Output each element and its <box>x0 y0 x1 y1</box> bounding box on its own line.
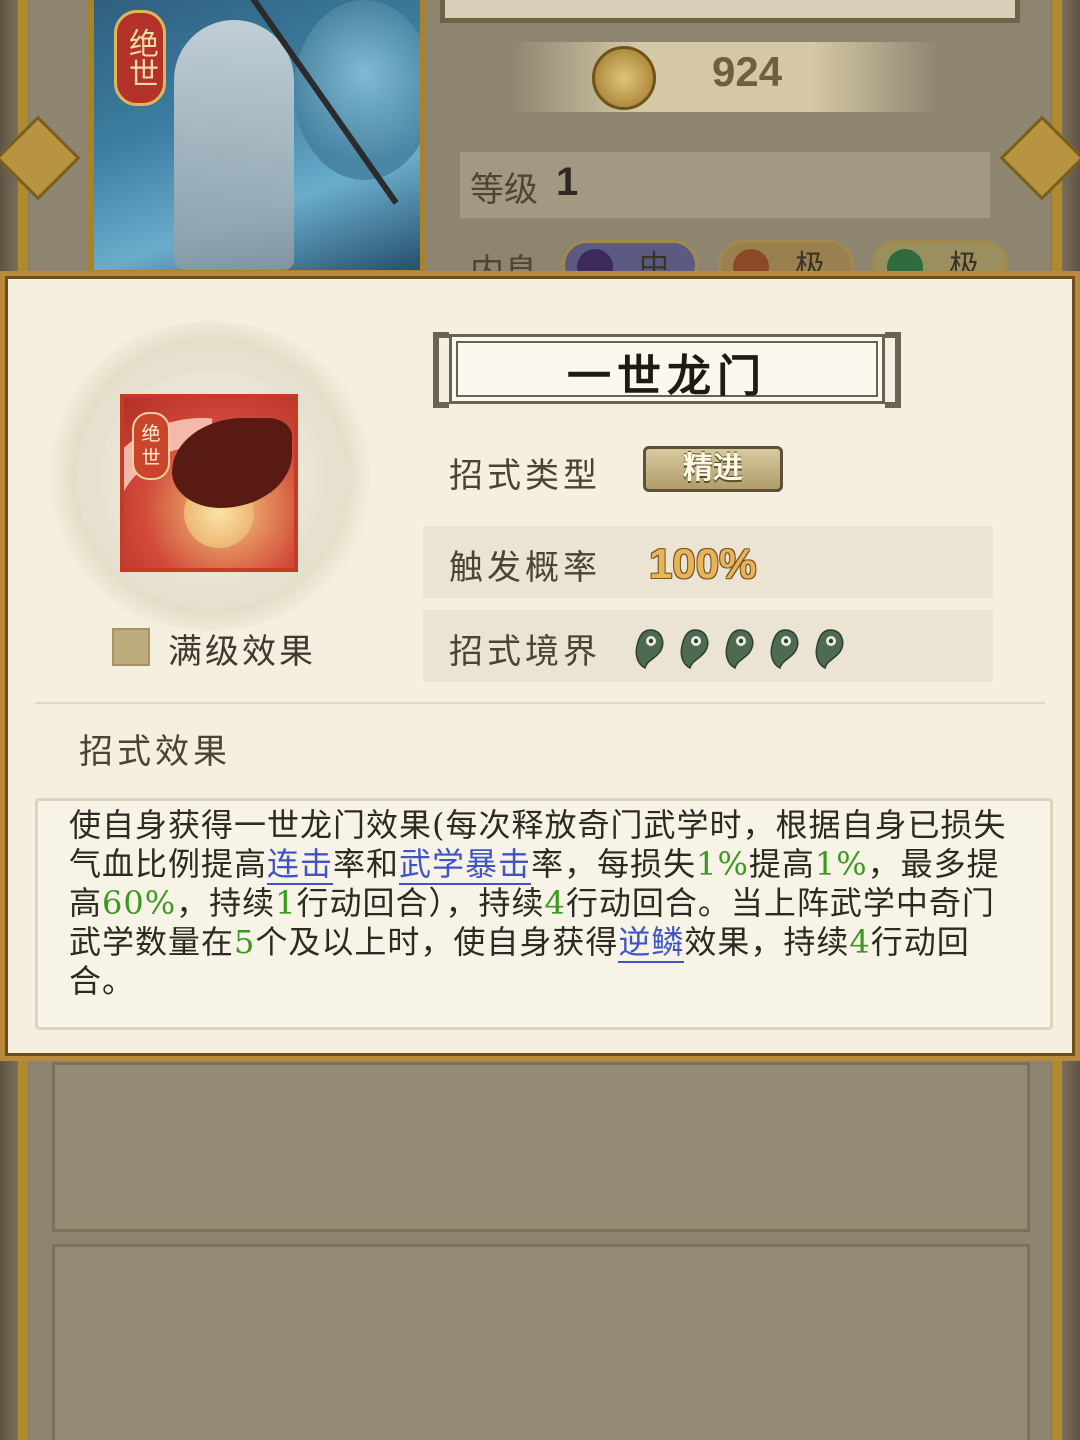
effect-number: 4 <box>544 884 566 922</box>
magatama-icon <box>680 629 709 670</box>
max-level-checkbox[interactable] <box>112 628 150 666</box>
effect-text-segment: 效果，持续 <box>684 923 850 961</box>
trigger-label: 触发概率 <box>449 548 601 588</box>
skill-name: 一世龙门 <box>567 351 767 402</box>
attr-row-trigger: 触发概率 100% <box>423 526 993 598</box>
max-level-label[interactable]: 满级效果 <box>168 624 316 673</box>
magatama-icon <box>635 629 664 670</box>
gold-medal-icon <box>592 46 656 110</box>
effect-number: 60% <box>102 884 177 922</box>
effect-text-segment: 率和 <box>333 845 400 883</box>
magatama-icon <box>770 629 799 670</box>
type-badge: 精进 <box>643 446 783 492</box>
keyword-link[interactable]: 武学暴击 <box>399 845 532 885</box>
effect-number: 4 <box>849 923 871 961</box>
effect-title: 招式效果 <box>79 732 231 772</box>
hero-figure <box>174 20 294 270</box>
level-value: 1 <box>556 160 579 204</box>
skill-detail-dialog: 绝 世 满级效果 一世龙门 招式类型 精进 触发概率 100% 招式境界 招式效… <box>0 271 1080 1061</box>
trigger-value: 100% <box>649 540 757 587</box>
effect-number: 1% <box>696 845 749 883</box>
keyword-link[interactable]: 连击 <box>267 845 334 885</box>
rarity-tag-char: 世 <box>141 447 161 469</box>
effect-number: 1 <box>275 884 297 922</box>
effect-text-segment: 个及以上时，使自身获得 <box>255 923 619 961</box>
realm-label: 招式境界 <box>449 632 601 672</box>
effect-text-segment: 提高 <box>748 845 815 883</box>
currency-value: 924 <box>712 48 783 95</box>
background-panel-1 <box>52 1062 1030 1232</box>
effect-text-segment: 行动回合），持续 <box>296 884 545 922</box>
attr-row-realm: 招式境界 <box>423 610 993 682</box>
skill-name-plate: 一世龙门 <box>433 332 901 410</box>
level-label: 等级 <box>470 170 538 210</box>
effect-number: 1% <box>814 845 868 883</box>
effect-number: 5 <box>234 923 256 961</box>
character-name-plate <box>440 0 1020 23</box>
effect-text-segment: 率，每损失 <box>531 845 697 883</box>
magatama-icon <box>725 629 754 670</box>
background-panel-2 <box>52 1244 1030 1440</box>
level-row <box>460 152 990 218</box>
keyword-link[interactable]: 逆鳞 <box>618 923 685 963</box>
character-portrait: 绝世 <box>88 0 426 276</box>
divider <box>35 702 1045 704</box>
magatama-icon <box>815 629 844 670</box>
rarity-tag: 绝 世 <box>132 412 170 480</box>
effect-text-segment: ，持续 <box>176 884 276 922</box>
effect-description: 使自身获得一世龙门效果(每次释放奇门武学时，根据自身已损失气血比例提高连击率和武… <box>69 806 1009 1001</box>
rank-badge: 绝世 <box>114 10 166 106</box>
dragon-skill-icon: 绝 世 <box>120 394 298 572</box>
type-label: 招式类型 <box>449 456 601 496</box>
rarity-tag-char: 绝 <box>141 423 161 445</box>
